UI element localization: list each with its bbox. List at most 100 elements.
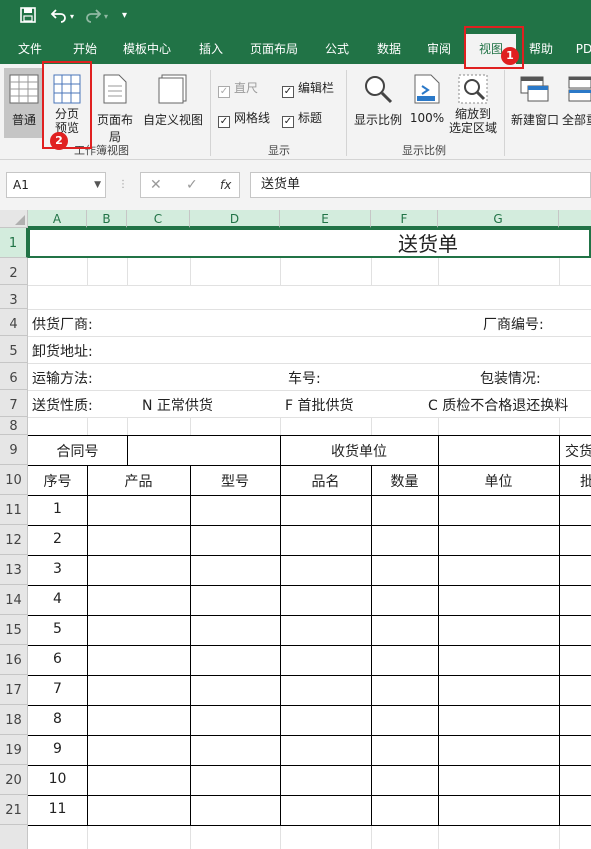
header-name[interactable]: 品名: [280, 471, 371, 491]
zoom-100-button[interactable]: 100%: [408, 68, 446, 138]
custom-views-button[interactable]: 自定义视图: [142, 68, 204, 138]
row-header-21[interactable]: 21: [0, 795, 28, 825]
seq-cell[interactable]: 8: [28, 711, 87, 727]
header-unit[interactable]: 单位: [438, 471, 559, 491]
row-header-3[interactable]: 3: [0, 285, 28, 309]
option-qc-return[interactable]: C 质检不合格退还换料: [428, 395, 568, 415]
tab-insert[interactable]: 插入: [190, 34, 232, 64]
ruler-checkbox[interactable]: ✓ 直尺: [218, 81, 258, 98]
header-qty[interactable]: 数量: [371, 471, 438, 491]
row-header-20[interactable]: 20: [0, 765, 28, 795]
row-header-15[interactable]: 15: [0, 615, 28, 645]
row-header-14[interactable]: 14: [0, 585, 28, 615]
header-seq[interactable]: 序号: [28, 471, 87, 491]
select-all-corner[interactable]: [0, 210, 28, 228]
row-header-11[interactable]: 11: [0, 495, 28, 525]
confirm-icon[interactable]: ✓: [186, 172, 198, 198]
arrange-all-button[interactable]: 全部重: [562, 68, 591, 138]
header-product[interactable]: 产品: [87, 471, 190, 491]
row-header-18[interactable]: 18: [0, 705, 28, 735]
option-first-batch[interactable]: F 首批供货: [285, 395, 354, 415]
spreadsheet-grid[interactable]: A B C D E F G 1 2 3 4 5 6 7 8 9 10 11 12…: [0, 210, 591, 849]
tab-data[interactable]: 数据: [368, 34, 410, 64]
row-header-8[interactable]: 8: [0, 417, 28, 435]
page-break-preview-button[interactable]: 分页 预览: [46, 68, 88, 142]
column-header-d[interactable]: D: [190, 210, 280, 228]
seq-cell[interactable]: 3: [28, 561, 87, 577]
insert-function-icon[interactable]: fx: [220, 172, 231, 198]
unload-address-label[interactable]: 卸货地址:: [32, 341, 93, 361]
row-header-22[interactable]: [0, 825, 28, 849]
row-header-16[interactable]: 16: [0, 645, 28, 675]
formula-bar-checkbox[interactable]: ✓ 编辑栏: [282, 81, 334, 98]
seq-cell[interactable]: 10: [28, 771, 87, 787]
packing-label[interactable]: 包装情况:: [480, 368, 541, 388]
row-header-12[interactable]: 12: [0, 525, 28, 555]
tab-help[interactable]: 帮助: [520, 34, 562, 64]
seq-cell[interactable]: 2: [28, 531, 87, 547]
column-header-f[interactable]: F: [371, 210, 438, 228]
page-layout-view-button[interactable]: 页面布局: [92, 68, 138, 144]
redo-icon[interactable]: [84, 7, 102, 27]
sheet-title[interactable]: 送货单: [28, 230, 591, 258]
zoom-button[interactable]: 显示比例: [352, 68, 404, 138]
row-header-6[interactable]: 6: [0, 363, 28, 390]
column-header-g[interactable]: G: [438, 210, 559, 228]
headings-checkbox[interactable]: ✓ 标题: [282, 111, 322, 128]
undo-dropdown-icon[interactable]: ▾: [70, 12, 74, 21]
column-header-b[interactable]: B: [87, 210, 127, 228]
transport-label[interactable]: 运输方法:: [32, 368, 93, 388]
supplier-label[interactable]: 供货厂商:: [32, 314, 93, 334]
header-batch[interactable]: 批: [580, 471, 591, 491]
trade-header[interactable]: 交货: [565, 441, 591, 461]
tab-home[interactable]: 开始: [64, 34, 106, 64]
seq-cell[interactable]: 1: [28, 501, 87, 517]
column-header-h[interactable]: [559, 210, 591, 228]
row-header-1[interactable]: 1: [0, 228, 28, 258]
zoom-to-selection-button[interactable]: 缩放到 选定区域: [446, 68, 500, 142]
option-normal-supply[interactable]: N 正常供货: [142, 395, 213, 415]
row-header-5[interactable]: 5: [0, 336, 28, 363]
row-header-9[interactable]: 9: [0, 435, 28, 465]
row-header-19[interactable]: 19: [0, 735, 28, 765]
seq-cell[interactable]: 5: [28, 621, 87, 637]
vendor-no-label[interactable]: 厂商编号:: [483, 314, 544, 334]
new-window-button[interactable]: 新建窗口: [508, 68, 562, 138]
header-model[interactable]: 型号: [190, 471, 280, 491]
row-header-13[interactable]: 13: [0, 555, 28, 585]
tab-formulas[interactable]: 公式: [316, 34, 358, 64]
contract-no-header[interactable]: 合同号: [28, 441, 127, 461]
tab-review[interactable]: 审阅: [418, 34, 460, 64]
row-header-2[interactable]: 2: [0, 258, 28, 285]
customize-icon[interactable]: ▾: [122, 10, 127, 21]
tab-pdf[interactable]: PD: [572, 34, 591, 64]
row-header-17[interactable]: 17: [0, 675, 28, 705]
column-header-a[interactable]: A: [28, 210, 87, 228]
save-icon[interactable]: [20, 7, 36, 27]
tab-page-layout[interactable]: 页面布局: [244, 34, 304, 64]
tab-template-center[interactable]: 模板中心: [118, 34, 176, 64]
redo-dropdown-icon[interactable]: ▾: [104, 12, 108, 21]
column-header-c[interactable]: C: [127, 210, 190, 228]
cancel-icon[interactable]: ✕: [150, 172, 162, 198]
receiver-header[interactable]: 收货单位: [280, 441, 438, 461]
row-header-7[interactable]: 7: [0, 390, 28, 417]
seq-cell[interactable]: 9: [28, 741, 87, 757]
tab-file[interactable]: 文件: [10, 34, 50, 64]
seq-cell[interactable]: 6: [28, 651, 87, 667]
seq-cell[interactable]: 4: [28, 591, 87, 607]
undo-icon[interactable]: [50, 7, 68, 27]
normal-view-button[interactable]: 普通: [4, 68, 44, 138]
seq-cell[interactable]: 7: [28, 681, 87, 697]
table-border: [28, 495, 591, 496]
formula-input[interactable]: 送货单: [250, 172, 591, 198]
name-box-dropdown-icon[interactable]: ▼: [94, 173, 101, 197]
gridlines-checkbox[interactable]: ✓ 网格线: [218, 111, 270, 128]
car-no-label[interactable]: 车号:: [288, 368, 321, 388]
seq-cell[interactable]: 11: [28, 801, 87, 817]
row-header-4[interactable]: 4: [0, 309, 28, 336]
row-header-10[interactable]: 10: [0, 465, 28, 495]
name-box[interactable]: A1 ▼: [6, 172, 106, 198]
delivery-type-label[interactable]: 送货性质:: [32, 395, 93, 415]
column-header-e[interactable]: E: [280, 210, 371, 228]
